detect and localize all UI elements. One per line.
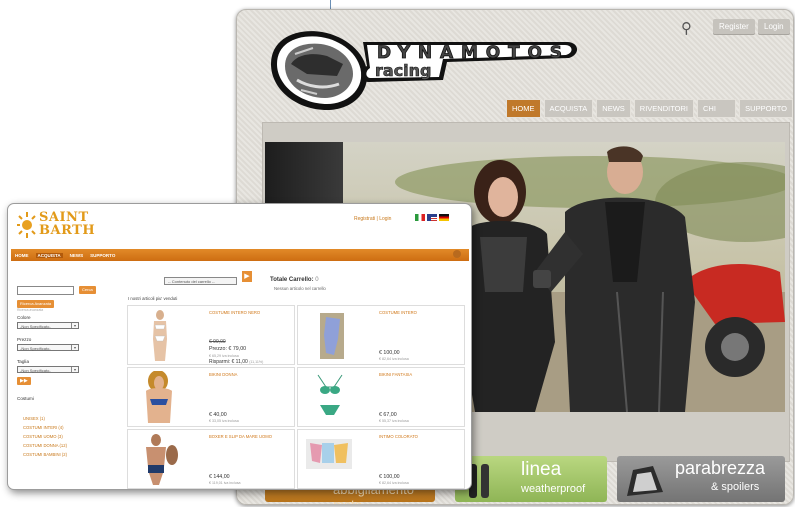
top-links: Registrati | Login xyxy=(354,216,392,222)
advanced-search-button[interactable]: Ricerca Avanzata xyxy=(17,300,55,308)
nav-supporto[interactable]: SUPPORTO xyxy=(739,99,793,118)
language-flags xyxy=(415,214,449,221)
logo-text-bottom: racing xyxy=(375,61,432,80)
category-link[interactable]: COSTUMI DONNA (12) xyxy=(23,443,67,448)
product-image[interactable] xyxy=(304,309,354,361)
product-price: € 67,00 xyxy=(379,412,397,418)
product-image[interactable] xyxy=(134,371,184,423)
saintbarth-window: SAINT BARTH Registrati | Login HOME ACQU… xyxy=(7,203,472,490)
category-link[interactable]: COSTUMI INTERI (4) xyxy=(23,425,63,430)
logo-line2: BARTH xyxy=(39,223,96,238)
product-price: € 100,00 xyxy=(379,350,400,356)
nav-acquista[interactable]: ACQUISTA xyxy=(543,99,594,118)
categories-title: Costumi xyxy=(17,396,34,401)
chevron-down-icon: ▾ xyxy=(71,323,78,328)
product-vat: € 33,05 iva inclusa xyxy=(209,419,239,423)
filter-size-select[interactable]: -Non Specificato- ▾ xyxy=(17,366,79,373)
register-link[interactable]: Registrati xyxy=(354,216,375,222)
register-button[interactable]: Register xyxy=(713,19,755,35)
category-link[interactable]: UNISEX (1) xyxy=(23,416,45,421)
chevron-down-icon: ▾ xyxy=(71,367,78,372)
product-image[interactable] xyxy=(304,433,354,485)
nav-rivenditori[interactable]: RIVENDITORI xyxy=(633,99,694,118)
banner-parabrezza[interactable]: parabrezza & spoilers xyxy=(617,456,785,502)
product-name[interactable]: INTIMO COLORATO xyxy=(379,434,459,439)
us-flag-icon[interactable] xyxy=(427,214,437,221)
product-name[interactable]: COSTUME INTERO NERO xyxy=(209,310,289,315)
nav-news[interactable]: NEWS xyxy=(596,99,631,118)
product-price: € 40,00 xyxy=(209,412,227,418)
saintbarth-logo[interactable]: SAINT BARTH xyxy=(17,208,95,247)
product-vat: € 65,29 iva inclusa xyxy=(209,354,239,358)
product-name[interactable]: COSTUME INTERO xyxy=(379,310,459,315)
product-vat: € 119,01 iva inclusa xyxy=(209,481,241,485)
product-card[interactable]: COSTUME INTERO € 100,00 € 82,64 iva incl… xyxy=(297,305,465,365)
nav-home[interactable]: HOME xyxy=(506,99,541,118)
nav-acquista[interactable]: ACQUISTA xyxy=(35,253,63,258)
search-input[interactable] xyxy=(17,286,74,295)
logo-text-top: DYNAMOTOS xyxy=(377,43,562,63)
cart-select[interactable]: -- Contenuto del carrello -- xyxy=(164,277,237,285)
cart-message: Nessun articolo nel carrello xyxy=(274,286,326,291)
product-vat: € 55,37 iva inclusa xyxy=(379,419,409,423)
product-saving: Risparmi: € 11,00 (11,11%) xyxy=(209,359,264,365)
product-card[interactable]: COSTUME INTERO NERO € 99,00 Prezzo: € 79… xyxy=(127,305,295,365)
category-link[interactable]: COSTUMI UOMO (3) xyxy=(23,434,63,439)
category-link[interactable]: COSTUMI BAMBINI (2) xyxy=(23,452,67,457)
filter-price-select[interactable]: -Non Specificato- ▾ xyxy=(17,344,79,351)
filter-price-label: Prezzo xyxy=(17,337,32,342)
product-card[interactable]: BIKINI DONNA € 40,00 € 33,05 iva inclusa xyxy=(127,367,295,427)
login-link[interactable]: Login xyxy=(379,216,391,222)
filter-color-label: Colore xyxy=(17,315,31,320)
product-name[interactable]: BOXER E SLIP DA MARE UOMO xyxy=(209,434,289,439)
product-card[interactable]: BOXER E SLIP DA MARE UOMO € 144,00 € 119… xyxy=(127,429,295,489)
nav-supporto[interactable]: SUPPORTO xyxy=(90,253,115,258)
product-card[interactable]: BIKINI FANTASIA € 67,00 € 55,37 iva incl… xyxy=(297,367,465,427)
cart-go-button[interactable]: ▶ xyxy=(242,271,252,282)
search-icon[interactable]: ⚲ xyxy=(681,19,692,37)
windshield-icon xyxy=(627,466,663,496)
main-nav: HOME ACQUISTA NEWS SUPPORTO xyxy=(15,253,115,258)
banner-linea-weatherproof[interactable]: linea weatherproof xyxy=(455,456,607,502)
search-icon[interactable] xyxy=(453,250,461,258)
login-button[interactable]: Login xyxy=(758,19,790,35)
nav-news[interactable]: NEWS xyxy=(70,253,84,258)
product-card[interactable]: INTIMO COLORATO € 100,00 € 82,64 iva inc… xyxy=(297,429,465,489)
filter-color-select[interactable]: -Non Specificato- ▾ xyxy=(17,322,79,329)
product-old-price: € 99,00 xyxy=(209,339,226,345)
product-vat: € 82,64 iva inclusa xyxy=(379,357,409,361)
german-flag-icon[interactable] xyxy=(439,214,449,221)
advanced-search-caption: Ricerca avanzata xyxy=(17,308,44,312)
cart-total: Totale Carrello: 0 xyxy=(270,277,319,283)
nav-chi-siamo[interactable]: CHI SIAMO xyxy=(697,99,737,130)
product-image[interactable] xyxy=(304,371,354,423)
product-price: € 100,00 xyxy=(379,474,400,480)
italian-flag-icon[interactable] xyxy=(415,214,425,221)
nav-home[interactable]: HOME xyxy=(15,253,29,258)
product-price: Prezzo: € 79,00 xyxy=(209,346,247,352)
search-button[interactable]: Cerca xyxy=(79,286,96,294)
apply-filters-button[interactable]: ▶▶ xyxy=(17,377,31,385)
bestsellers-title: I nostri articoli piu' venduti xyxy=(128,296,178,301)
cart-count: 0 xyxy=(315,277,319,283)
product-image[interactable] xyxy=(134,433,184,485)
product-price: € 144,00 xyxy=(209,474,230,480)
main-nav: HOME ACQUISTA NEWS RIVENDITORI CHI SIAMO… xyxy=(506,99,793,130)
product-name[interactable]: BIKINI FANTASIA xyxy=(379,372,459,377)
product-image[interactable] xyxy=(134,309,184,361)
product-name[interactable]: BIKINI DONNA xyxy=(209,372,289,377)
filter-size-label: Taglia xyxy=(17,359,30,364)
product-vat: € 82,64 iva inclusa xyxy=(379,481,409,485)
chevron-down-icon: ▾ xyxy=(71,345,78,350)
